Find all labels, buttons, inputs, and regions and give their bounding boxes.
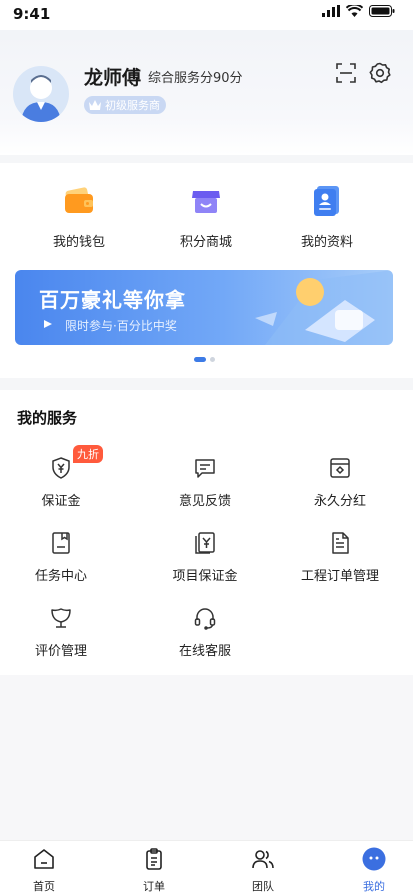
shield-yen-icon: [52, 457, 70, 479]
tab-label: 订单: [143, 880, 165, 893]
section-divider: [0, 155, 413, 163]
play-icon: [44, 320, 52, 328]
service-label: 项目保证金: [172, 569, 238, 584]
banner-subtitle: 限时参与·百分比中奖: [65, 319, 177, 333]
services-section: 我的服务 九折 保证金 意见反馈 永久分红 任务中心 项目保证金 工程订单管理 …: [0, 390, 413, 675]
service-label: 工程订单管理: [300, 569, 379, 584]
service-label: 任务中心: [34, 569, 87, 584]
crown-icon: [89, 100, 101, 110]
service-label: 保证金: [41, 494, 81, 509]
tab-label: 首页: [33, 880, 55, 893]
home-icon: [34, 849, 54, 869]
shop-icon: [192, 191, 220, 213]
bottom-tab-bar: 首页 订单 团队 我的: [0, 840, 413, 893]
quick-entry-wallet[interactable]: 我的钱包: [34, 183, 124, 250]
level-label: 初级服务商: [105, 99, 160, 112]
status-bar: 9:41: [0, 0, 413, 30]
tab-label: 团队: [252, 880, 274, 893]
empty-area: [0, 675, 413, 840]
user-name: 龙师傅: [84, 67, 142, 89]
service-task-center[interactable]: 任务中心: [6, 531, 116, 584]
feedback-icon: [195, 459, 215, 478]
profile-header: 龙师傅 综合服务分90分 初级服务商: [0, 30, 413, 155]
tab-label: 我的: [363, 880, 385, 893]
quick-entry-profile[interactable]: 我的资料: [282, 183, 372, 250]
battery-icon: [369, 5, 395, 17]
tab-me[interactable]: 我的: [344, 847, 404, 893]
quick-entry-shop[interactable]: 积分商城: [161, 183, 251, 250]
tab-team[interactable]: 团队: [233, 847, 293, 893]
banner-title: 百万豪礼等你拿: [39, 288, 186, 312]
service-dividend[interactable]: 永久分红: [285, 456, 395, 509]
project-deposit-icon: [195, 532, 215, 554]
pagination-dot[interactable]: [210, 357, 215, 362]
settings-button[interactable]: [369, 62, 391, 84]
profile-card-icon: [314, 186, 339, 216]
status-icons: [322, 5, 395, 17]
signal-icon: [322, 5, 340, 17]
scan-button[interactable]: [335, 62, 357, 84]
service-online-support[interactable]: 在线客服: [150, 606, 260, 659]
tab-home[interactable]: 首页: [14, 847, 74, 893]
user-avatar-icon: [21, 75, 61, 122]
service-label: 在线客服: [178, 644, 231, 659]
clipboard-icon: [146, 848, 162, 870]
quick-entry-label: 积分商城: [179, 235, 232, 250]
order-doc-icon: [332, 532, 349, 554]
quick-entry-label: 我的钱包: [52, 235, 105, 250]
level-badge: 初级服务商: [84, 96, 166, 114]
pagination-dot-active[interactable]: [194, 357, 206, 362]
service-deposit[interactable]: 九折 保证金: [6, 445, 116, 509]
discount-badge: 九折: [73, 445, 103, 463]
quick-entries-section: 我的钱包 积分商城 我的资料 百万豪礼等你拿 限时参与·百分比中奖: [0, 163, 413, 378]
quick-entry-label: 我的资料: [300, 235, 353, 250]
wifi-icon: [346, 5, 363, 17]
avatar[interactable]: [13, 66, 69, 122]
banner-pagination: [194, 357, 215, 362]
service-feedback[interactable]: 意见反馈: [150, 456, 260, 509]
service-order-management[interactable]: 工程订单管理: [285, 531, 395, 584]
service-label: 永久分红: [313, 494, 366, 509]
services-title: 我的服务: [17, 409, 78, 427]
task-icon: [52, 532, 70, 554]
status-time: 9:41: [13, 5, 51, 23]
scan-icon: [336, 63, 356, 83]
service-review-management[interactable]: 评价管理: [6, 606, 116, 659]
section-divider: [0, 378, 413, 390]
service-label: 评价管理: [34, 644, 87, 659]
headset-icon: [194, 608, 216, 630]
service-label: 意见反馈: [178, 494, 231, 509]
service-score: 综合服务分90分: [148, 71, 243, 86]
gear-icon: [369, 62, 391, 84]
me-icon: [362, 847, 386, 871]
team-icon: [252, 850, 274, 869]
review-icon: [51, 608, 71, 628]
promo-banner[interactable]: 百万豪礼等你拿 限时参与·百分比中奖: [15, 270, 393, 345]
dividend-icon: [330, 458, 350, 478]
service-project-deposit[interactable]: 项目保证金: [150, 531, 260, 584]
tab-orders[interactable]: 订单: [124, 847, 184, 893]
wallet-icon: [65, 187, 93, 213]
